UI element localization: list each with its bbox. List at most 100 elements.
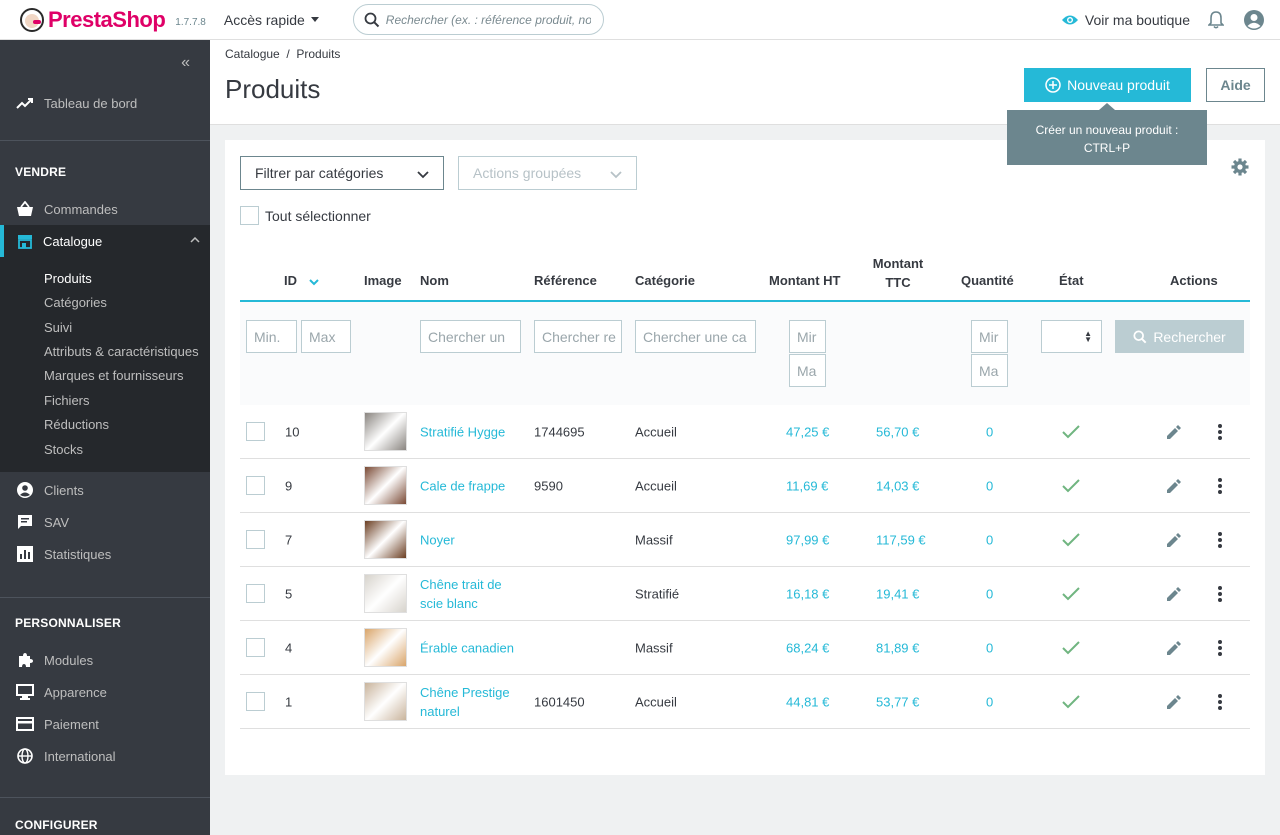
name-filter-input[interactable]: Chercher un [420,320,521,353]
price-ht-link[interactable]: 11,69 € [786,478,828,493]
price-ttc-link[interactable]: 117,59 € [876,532,940,547]
sidebar-item-customers[interactable]: Clients [0,480,210,500]
row-checkbox[interactable] [246,422,265,441]
product-name-link[interactable]: Cale de frappe [420,476,505,495]
more-vertical-icon[interactable] [1218,531,1222,548]
pencil-edit-icon[interactable] [1165,532,1181,548]
more-vertical-icon[interactable] [1218,423,1222,440]
price-ttc-link[interactable]: 81,89 € [876,640,940,655]
price-ttc-link[interactable]: 14,03 € [876,478,940,493]
sidebar-item-modules[interactable]: Modules [0,650,210,670]
select-all[interactable]: Tout sélectionner [240,206,371,225]
sidebar-item-orders[interactable]: Commandes [0,199,210,219]
sidebar-item-catalog[interactable]: Catalogue [0,225,210,257]
pencil-edit-icon[interactable] [1165,424,1181,440]
product-thumbnail[interactable] [364,682,407,721]
price-ttc-link[interactable]: 53,77 € [876,694,940,709]
column-header-reference[interactable]: Référence [534,273,597,288]
quantity-link[interactable]: 0 [986,640,993,655]
product-thumbnail[interactable] [364,574,407,613]
more-vertical-icon[interactable] [1218,693,1222,710]
pencil-edit-icon[interactable] [1165,478,1181,494]
product-thumbnail[interactable] [364,466,407,505]
quantity-link[interactable]: 0 [986,586,993,601]
quantity-link[interactable]: 0 [986,694,993,709]
sidebar-item-international[interactable]: International [0,746,210,766]
sidebar-subitem-categories[interactable]: Catégories [44,295,107,310]
search-button[interactable]: Rechercher [1115,320,1244,353]
check-icon[interactable] [1062,586,1080,601]
check-icon[interactable] [1062,640,1080,655]
product-name-link[interactable]: Chêne Prestige naturel [420,683,510,721]
price-ht-link[interactable]: 97,99 € [786,532,829,547]
check-icon[interactable] [1062,532,1080,547]
price-min-input[interactable]: Mir [789,320,826,353]
product-thumbnail[interactable] [364,628,407,667]
quantity-link[interactable]: 0 [986,478,993,493]
quantity-link[interactable]: 0 [986,532,993,547]
price-max-input[interactable]: Ma [789,354,826,387]
breadcrumb[interactable]: Catalogue / Produits [225,47,340,61]
search-box[interactable] [352,4,604,35]
quantity-link[interactable]: 0 [986,424,993,439]
row-checkbox[interactable] [246,476,265,495]
product-name-link[interactable]: Érable canadien [420,638,514,657]
check-icon[interactable] [1062,694,1080,709]
column-header-category[interactable]: Catégorie [635,273,695,288]
price-ht-link[interactable]: 44,81 € [786,694,829,709]
help-button[interactable]: Aide [1206,68,1265,102]
id-min-input[interactable]: Min. [246,320,297,353]
reference-filter-input[interactable]: Chercher re [534,320,622,353]
row-checkbox[interactable] [246,692,265,711]
product-name-link[interactable]: Stratifié Hygge [420,422,505,441]
quantity-max-input[interactable]: Ma [971,354,1008,387]
bell-icon[interactable] [1208,11,1224,29]
sidebar-subitem-products[interactable]: Produits [44,271,92,286]
bulk-actions-dropdown[interactable]: Actions groupées [458,156,637,190]
product-thumbnail[interactable] [364,412,407,451]
price-ttc-link[interactable]: 19,41 € [876,586,940,601]
sidebar-item-appearance[interactable]: Apparence [0,682,210,702]
state-filter-select[interactable]: ▲ ▼ [1041,320,1102,353]
search-input[interactable] [385,12,591,27]
check-icon[interactable] [1062,424,1080,439]
user-account-icon[interactable] [1244,10,1264,30]
sidebar-subitem-discounts[interactable]: Réductions [44,417,109,432]
product-name-link[interactable]: Noyer [420,530,455,549]
product-name-link[interactable]: Chêne trait de scie blanc [420,575,502,613]
sidebar-subitem-stocks[interactable]: Stocks [44,442,83,457]
new-product-button[interactable]: Nouveau produit [1024,68,1191,102]
prestashop-logo[interactable]: PrestaShop 1.7.7.8 [20,7,206,33]
column-header-name[interactable]: Nom [420,273,449,288]
sidebar-item-service[interactable]: SAV [0,512,210,532]
sidebar-subitem-attributes[interactable]: Attributs & caractéristiques [44,344,199,359]
price-ht-link[interactable]: 16,18 € [786,586,829,601]
more-vertical-icon[interactable] [1218,477,1222,494]
select-all-checkbox[interactable] [240,206,259,225]
gear-icon[interactable] [1231,158,1249,176]
column-header-price-ht[interactable]: Montant HT [769,273,840,288]
sidebar-subitem-monitoring[interactable]: Suivi [44,320,72,335]
row-checkbox[interactable] [246,530,265,549]
product-thumbnail[interactable] [364,520,407,559]
pencil-edit-icon[interactable] [1165,586,1181,602]
check-icon[interactable] [1062,478,1080,493]
sort-down-icon[interactable] [308,278,319,286]
more-vertical-icon[interactable] [1218,639,1222,656]
sidebar-subitem-files[interactable]: Fichiers [44,393,90,408]
sidebar-subitem-brands[interactable]: Marques et fournisseurs [44,368,183,383]
filter-categories-dropdown[interactable]: Filtrer par catégories [240,156,444,190]
price-ttc-link[interactable]: 56,70 € [876,424,940,439]
category-filter-input[interactable]: Chercher une ca [635,320,756,353]
pencil-edit-icon[interactable] [1165,694,1181,710]
price-ht-link[interactable]: 47,25 € [786,424,829,439]
sidebar-item-stats[interactable]: Statistiques [0,544,210,564]
quantity-min-input[interactable]: Mir [971,320,1008,353]
column-header-id[interactable]: ID [284,273,319,288]
column-header-quantity[interactable]: Quantité [961,273,1014,288]
pencil-edit-icon[interactable] [1165,640,1181,656]
quick-access-dropdown[interactable]: Accès rapide [224,12,319,28]
column-header-state[interactable]: État [1059,273,1084,288]
view-shop-link[interactable]: Voir ma boutique [1061,12,1190,28]
price-ht-link[interactable]: 68,24 € [786,640,829,655]
